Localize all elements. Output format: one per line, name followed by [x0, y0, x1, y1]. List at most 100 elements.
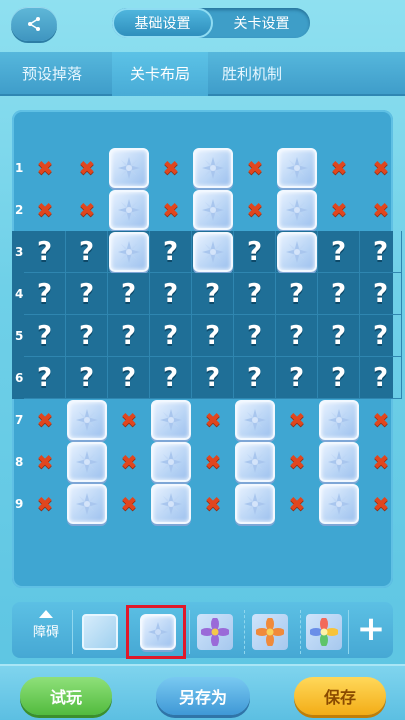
grid-cell[interactable]: ?: [192, 357, 234, 399]
grid-cell[interactable]: ✖: [360, 483, 402, 525]
grid-cell[interactable]: ?: [318, 357, 360, 399]
subtab-win-mechanism[interactable]: 胜利机制: [222, 52, 302, 96]
grid-cell[interactable]: [192, 189, 234, 231]
grid-cell[interactable]: ?: [234, 357, 276, 399]
grid-cell[interactable]: ✖: [360, 189, 402, 231]
grid-cell[interactable]: [192, 231, 234, 273]
grid-cell[interactable]: ✖: [276, 399, 318, 441]
grid-cell[interactable]: ?: [150, 315, 192, 357]
grid-cell[interactable]: [108, 231, 150, 273]
grid-cell[interactable]: ✖: [108, 441, 150, 483]
grid-cell[interactable]: ✖: [192, 441, 234, 483]
subtab-level-layout[interactable]: 关卡布局: [112, 52, 208, 96]
grid-cell[interactable]: ?: [318, 315, 360, 357]
grid-cell[interactable]: [234, 399, 276, 441]
grid-cell[interactable]: ✖: [108, 483, 150, 525]
grid-cell[interactable]: ?: [150, 357, 192, 399]
grid-cell[interactable]: ?: [360, 315, 402, 357]
grid-cell[interactable]: [276, 147, 318, 189]
try-play-button[interactable]: 试玩: [20, 677, 112, 715]
grid-cell[interactable]: ?: [24, 357, 66, 399]
grid-cell[interactable]: [66, 483, 108, 525]
ice-block-icon: [151, 400, 191, 440]
grid-cell[interactable]: ✖: [24, 441, 66, 483]
grid-cell[interactable]: [66, 441, 108, 483]
grid-cell[interactable]: [234, 483, 276, 525]
subtab-preset-drops[interactable]: 预设掉落: [22, 52, 94, 96]
grid-cell[interactable]: ✖: [24, 399, 66, 441]
grid-cell[interactable]: ?: [360, 357, 402, 399]
grid-cell[interactable]: [150, 441, 192, 483]
grid-cell[interactable]: [234, 441, 276, 483]
grid-cell[interactable]: ✖: [318, 147, 360, 189]
grid-cell[interactable]: ?: [276, 357, 318, 399]
grid-cell[interactable]: ?: [66, 273, 108, 315]
grid-cell[interactable]: [318, 483, 360, 525]
tool-purple-flower[interactable]: [195, 612, 235, 652]
grid-cell[interactable]: ?: [234, 273, 276, 315]
tool-rainbow-flower[interactable]: [304, 612, 344, 652]
grid-cell[interactable]: ✖: [24, 189, 66, 231]
grid-cell[interactable]: [150, 483, 192, 525]
grid-cell[interactable]: ✖: [360, 399, 402, 441]
grid-cell[interactable]: ?: [276, 273, 318, 315]
tab-basic-settings[interactable]: 基础设置: [112, 8, 213, 38]
share-button[interactable]: [11, 7, 57, 41]
grid-cell[interactable]: ✖: [360, 441, 402, 483]
grid-cell[interactable]: ?: [24, 273, 66, 315]
grid-cell[interactable]: [108, 147, 150, 189]
grid-cell[interactable]: ✖: [66, 147, 108, 189]
grid-cell[interactable]: ✖: [192, 399, 234, 441]
grid-cell[interactable]: [108, 189, 150, 231]
add-button[interactable]: +: [354, 612, 388, 648]
grid-cell[interactable]: ?: [276, 315, 318, 357]
grid-cell[interactable]: ✖: [150, 147, 192, 189]
grid-cell[interactable]: ?: [234, 231, 276, 273]
grid-cell[interactable]: ✖: [24, 483, 66, 525]
grid-cell[interactable]: ✖: [150, 189, 192, 231]
tool-orange-flower[interactable]: [250, 612, 290, 652]
grid-cell[interactable]: ?: [192, 315, 234, 357]
grid-cell[interactable]: ?: [66, 315, 108, 357]
grid-cell[interactable]: ?: [360, 231, 402, 273]
grid-cell[interactable]: ✖: [192, 483, 234, 525]
grid-cell[interactable]: ?: [66, 231, 108, 273]
grid-cell[interactable]: [318, 399, 360, 441]
grid-cell[interactable]: [276, 231, 318, 273]
grid-cell[interactable]: [150, 399, 192, 441]
grid-cell[interactable]: [276, 189, 318, 231]
save-as-button[interactable]: 另存为: [156, 677, 250, 715]
grid-cell[interactable]: ?: [108, 357, 150, 399]
tab-level-settings[interactable]: 关卡设置: [213, 8, 310, 38]
grid-cell[interactable]: ✖: [234, 147, 276, 189]
grid-cell[interactable]: ✖: [24, 147, 66, 189]
grid-cell[interactable]: ✖: [276, 441, 318, 483]
grid-cell[interactable]: ?: [318, 273, 360, 315]
grid-cell[interactable]: ?: [150, 273, 192, 315]
blocked-x-icon: ✖: [204, 450, 222, 474]
grid-cell[interactable]: [192, 147, 234, 189]
grid-cell[interactable]: ?: [234, 315, 276, 357]
grid-cell[interactable]: ✖: [234, 189, 276, 231]
grid-cell[interactable]: ?: [318, 231, 360, 273]
grid-cell[interactable]: ✖: [276, 483, 318, 525]
grid-cell[interactable]: ?: [108, 315, 150, 357]
grid-cell[interactable]: ✖: [66, 189, 108, 231]
blocked-x-icon: ✖: [36, 492, 54, 516]
grid-cell[interactable]: ?: [108, 273, 150, 315]
grid-cell[interactable]: ✖: [108, 399, 150, 441]
save-button[interactable]: 保存: [294, 677, 386, 715]
grid-cell[interactable]: ✖: [318, 189, 360, 231]
grid-cell[interactable]: ?: [360, 273, 402, 315]
grid-cell[interactable]: ?: [66, 357, 108, 399]
tool-empty-block[interactable]: [80, 612, 120, 652]
grid-cell[interactable]: ?: [150, 231, 192, 273]
grid-cell[interactable]: [318, 441, 360, 483]
grid-cell[interactable]: ?: [24, 315, 66, 357]
obstacle-toggle[interactable]: 障碍: [26, 608, 66, 640]
grid-cell[interactable]: ?: [192, 273, 234, 315]
grid-cell[interactable]: ?: [24, 231, 66, 273]
random-question-icon: ?: [246, 236, 263, 267]
grid-cell[interactable]: ✖: [360, 147, 402, 189]
grid-cell[interactable]: [66, 399, 108, 441]
